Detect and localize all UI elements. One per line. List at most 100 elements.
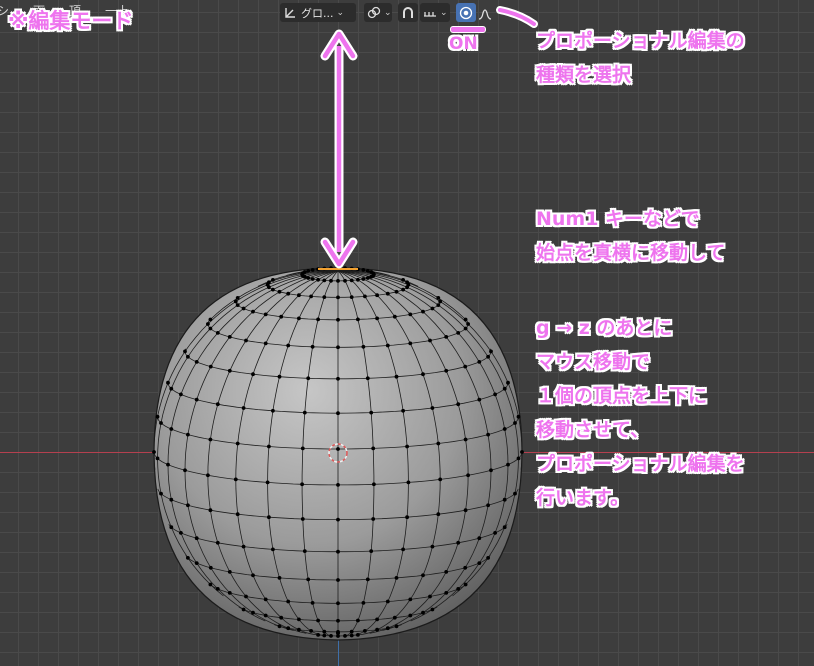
- mesh-vertex[interactable]: [336, 376, 340, 381]
- mesh-vertex[interactable]: [477, 360, 482, 364]
- mesh-vertex[interactable]: [349, 633, 354, 638]
- mesh-vertex[interactable]: [208, 582, 213, 587]
- mesh-vertex[interactable]: [456, 540, 461, 545]
- mesh-vertex[interactable]: [263, 312, 268, 317]
- mesh-vertex[interactable]: [421, 573, 425, 578]
- mesh-vertex[interactable]: [271, 278, 275, 282]
- mesh-vertex[interactable]: [336, 631, 340, 635]
- mesh-vertex[interactable]: [361, 344, 366, 349]
- mesh-vertex[interactable]: [302, 410, 307, 415]
- mesh-vertex[interactable]: [489, 349, 493, 354]
- mesh-vertex[interactable]: [363, 629, 367, 633]
- mesh-vertex[interactable]: [513, 421, 517, 425]
- mesh-vertex[interactable]: [251, 309, 255, 314]
- mesh-vertex[interactable]: [361, 277, 366, 281]
- mesh-vertex[interactable]: [322, 295, 327, 299]
- mesh-vertex[interactable]: [279, 615, 284, 620]
- mesh-vertex[interactable]: [361, 268, 366, 272]
- mesh-vertex[interactable]: [306, 269, 311, 273]
- mesh-vertex[interactable]: [361, 601, 366, 605]
- mesh-vertex[interactable]: [336, 483, 340, 487]
- mesh-vertex[interactable]: [408, 341, 413, 346]
- mesh-vertex[interactable]: [159, 491, 163, 496]
- mesh-vertex[interactable]: [356, 618, 360, 623]
- mesh-vertex[interactable]: [430, 544, 435, 549]
- mesh-vertex[interactable]: [428, 338, 432, 343]
- mesh-vertex[interactable]: [356, 277, 360, 282]
- mesh-vertex[interactable]: [408, 613, 413, 618]
- mesh-vertex[interactable]: [506, 380, 510, 385]
- mesh-vertex[interactable]: [297, 627, 301, 632]
- mesh-vertex[interactable]: [322, 633, 327, 638]
- mesh-vertex[interactable]: [267, 444, 271, 449]
- mesh-vertex[interactable]: [430, 607, 435, 612]
- mesh-vertex[interactable]: [286, 291, 291, 296]
- mesh-vertex[interactable]: [241, 544, 246, 549]
- mesh-vertex[interactable]: [463, 508, 468, 513]
- mesh-vertex[interactable]: [356, 633, 360, 637]
- mesh-vertex[interactable]: [486, 432, 490, 437]
- mesh-vertex[interactable]: [436, 296, 441, 300]
- mesh-vertex[interactable]: [444, 335, 449, 339]
- mesh-vertex[interactable]: [336, 345, 340, 350]
- mesh-vertex[interactable]: [375, 316, 379, 321]
- mesh-vertex[interactable]: [206, 473, 210, 478]
- mesh-vertex[interactable]: [372, 482, 376, 487]
- mesh-vertex[interactable]: [329, 634, 333, 638]
- mesh-vertex[interactable]: [365, 376, 370, 381]
- mesh-vertex[interactable]: [194, 536, 199, 541]
- mesh-vertex[interactable]: [271, 547, 275, 552]
- mesh-vertex[interactable]: [444, 368, 449, 373]
- mesh-vertex[interactable]: [194, 360, 199, 364]
- mesh-vertex[interactable]: [277, 624, 282, 629]
- mesh-vertex[interactable]: [408, 597, 413, 602]
- mesh-vertex[interactable]: [233, 477, 238, 482]
- mesh-vertex[interactable]: [438, 299, 443, 304]
- mesh-vertex[interactable]: [336, 279, 340, 283]
- mesh-vertex[interactable]: [516, 414, 521, 419]
- mesh-vertex[interactable]: [405, 280, 409, 285]
- mesh-vertex[interactable]: [349, 278, 354, 283]
- mesh-vertex[interactable]: [438, 477, 443, 482]
- mesh-vertex[interactable]: [277, 374, 282, 379]
- mesh-vertex[interactable]: [194, 561, 199, 565]
- mesh-vertex[interactable]: [394, 374, 399, 379]
- mesh-vertex[interactable]: [241, 306, 246, 311]
- mesh-vertex[interactable]: [336, 517, 340, 522]
- mesh-vertex[interactable]: [316, 317, 320, 322]
- mesh-vertex[interactable]: [477, 536, 482, 541]
- mesh-vertex[interactable]: [385, 626, 390, 631]
- mesh-vertex[interactable]: [436, 441, 441, 446]
- mesh-vertex[interactable]: [169, 497, 174, 502]
- mesh-vertex[interactable]: [215, 331, 220, 335]
- mesh-vertex[interactable]: [286, 626, 291, 631]
- mesh-vertex[interactable]: [463, 565, 468, 570]
- mesh-vertex[interactable]: [155, 414, 160, 419]
- mesh-vertex[interactable]: [486, 503, 490, 508]
- mesh-vertex[interactable]: [466, 322, 470, 326]
- mesh-vertex[interactable]: [392, 615, 397, 620]
- mesh-vertex[interactable]: [371, 446, 376, 451]
- mesh-vertex[interactable]: [349, 629, 354, 634]
- mesh-vertex[interactable]: [477, 397, 482, 402]
- mesh-vertex[interactable]: [444, 570, 449, 574]
- mesh-vertex[interactable]: [169, 427, 174, 431]
- pivot-link-dropdown[interactable]: ⌄: [364, 3, 392, 22]
- mesh-vertex[interactable]: [310, 601, 315, 605]
- mesh-vertex[interactable]: [316, 618, 320, 623]
- mesh-vertex[interactable]: [365, 276, 370, 280]
- mesh-vertex[interactable]: [369, 270, 374, 274]
- mesh-vertex[interactable]: [329, 278, 333, 283]
- mesh-vertex[interactable]: [336, 578, 340, 582]
- proportional-edit-toggle[interactable]: [456, 3, 476, 22]
- mesh-vertex[interactable]: [235, 296, 240, 300]
- mesh-vertex[interactable]: [456, 587, 461, 591]
- mesh-vertex[interactable]: [297, 293, 301, 298]
- mesh-vertex[interactable]: [310, 268, 315, 272]
- mesh-vertex[interactable]: [208, 326, 213, 331]
- mesh-vertex[interactable]: [463, 437, 468, 442]
- snap-element-dropdown[interactable]: ⌄: [420, 3, 450, 22]
- mesh-vertex[interactable]: [343, 634, 347, 638]
- transform-orientation-dropdown[interactable]: グロ... ⌄: [280, 3, 356, 22]
- mesh-vertex[interactable]: [297, 617, 301, 622]
